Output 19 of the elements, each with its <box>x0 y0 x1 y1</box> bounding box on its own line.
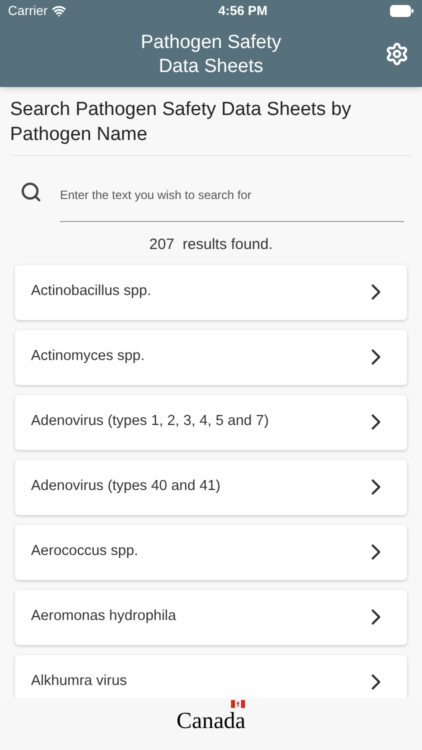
pathogen-card[interactable]: Adenovirus (types 40 and 41) <box>15 460 407 514</box>
pathogen-card[interactable]: Aerococcus spp. <box>15 524 407 580</box>
page-heading: Search Pathogen Safety Data Sheets by Pathogen Name <box>10 98 352 147</box>
results-count: 207 results found. <box>148 235 274 255</box>
pathogen-card[interactable]: Adenovirus (types 1, 2, 3, 4, 5 and 7) <box>15 394 407 450</box>
status-time: 4:56 PM <box>218 2 268 20</box>
search-icon <box>20 181 42 203</box>
pathogen-card[interactable]: Alkhumra virus <box>15 654 407 698</box>
pathogen-card[interactable]: Actinomyces spp. <box>15 330 407 384</box>
carrier-label: Carrier <box>8 2 48 20</box>
settings-icon <box>385 42 409 66</box>
pathogen-card[interactable]: Actinobacillus spp. <box>15 264 407 320</box>
wifi-icon <box>52 4 66 18</box>
pathogen-card[interactable]: Aeromonas hydrophila <box>15 590 407 644</box>
search-field[interactable]: Enter the text you wish to search for <box>60 180 404 222</box>
canada-wordmark: Canada <box>176 708 246 732</box>
app-title: Pathogen Safety Data Sheets <box>140 30 282 78</box>
settings-button[interactable] <box>385 42 409 66</box>
battery-icon <box>390 5 414 17</box>
